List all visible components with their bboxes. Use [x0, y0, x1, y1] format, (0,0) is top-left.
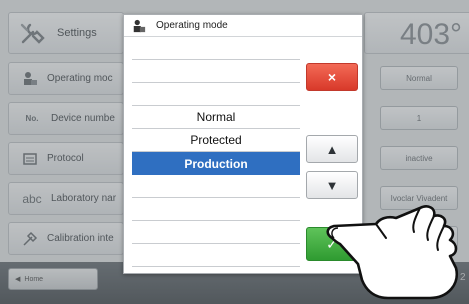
dialog-title: Operating mode: [156, 20, 228, 31]
pointing-hand-icon: [326, 205, 459, 300]
option-row[interactable]: [132, 175, 300, 198]
laboratory-name-icon: abc: [22, 191, 42, 206]
setting-label: Laboratory nar: [51, 193, 117, 204]
scroll-down-button[interactable]: ▼: [306, 171, 358, 199]
setting-operating-mode[interactable]: Operating moc: [8, 62, 124, 95]
setting-device-number[interactable]: No. Device numbe: [8, 102, 124, 135]
option-production[interactable]: Production: [132, 152, 300, 175]
setting-calibration[interactable]: Calibration inte: [8, 222, 124, 255]
home-label: Home: [24, 275, 44, 283]
calibration-icon: [19, 229, 41, 249]
close-icon: ×: [327, 69, 337, 85]
settings-header: Settings: [8, 12, 124, 54]
device-number-icon: No.: [25, 114, 39, 123]
temperature-value: 403°: [400, 18, 463, 51]
wrench-screwdriver-icon: [17, 18, 47, 48]
option-row[interactable]: [132, 221, 300, 244]
option-protected[interactable]: Protected: [132, 129, 300, 152]
home-arrow-icon: ◀: [15, 276, 21, 283]
setting-label: Device numbe: [51, 113, 115, 124]
settings-title: Settings: [57, 27, 97, 39]
setting-label: Calibration inte: [47, 233, 114, 244]
option-row[interactable]: [132, 244, 300, 267]
setting-label: Protocol: [47, 153, 84, 164]
value-operating-mode[interactable]: Normal: [380, 66, 458, 90]
value-protocol[interactable]: inactive: [380, 146, 458, 170]
option-row[interactable]: [132, 83, 300, 106]
dialog-title-bar: Operating mode: [124, 15, 362, 37]
setting-laboratory-name[interactable]: abc Laboratory nar: [8, 182, 124, 215]
setting-protocol[interactable]: Protocol: [8, 142, 124, 175]
value-device-number[interactable]: 1: [380, 106, 458, 130]
setting-label: Operating moc: [47, 73, 113, 84]
option-row[interactable]: [132, 37, 300, 60]
operating-mode-icon: [19, 69, 41, 89]
arrow-up-icon: ▲: [325, 141, 339, 157]
protocol-icon: [19, 149, 41, 169]
scroll-up-button[interactable]: ▲: [306, 135, 358, 163]
option-row[interactable]: [132, 60, 300, 83]
arrow-down-icon: ▼: [325, 177, 339, 193]
operating-mode-icon: [132, 19, 146, 33]
cancel-button[interactable]: ×: [306, 63, 358, 91]
home-button[interactable]: ◀ Home: [8, 268, 98, 290]
option-row[interactable]: [132, 198, 300, 221]
option-normal[interactable]: Normal: [132, 106, 300, 129]
